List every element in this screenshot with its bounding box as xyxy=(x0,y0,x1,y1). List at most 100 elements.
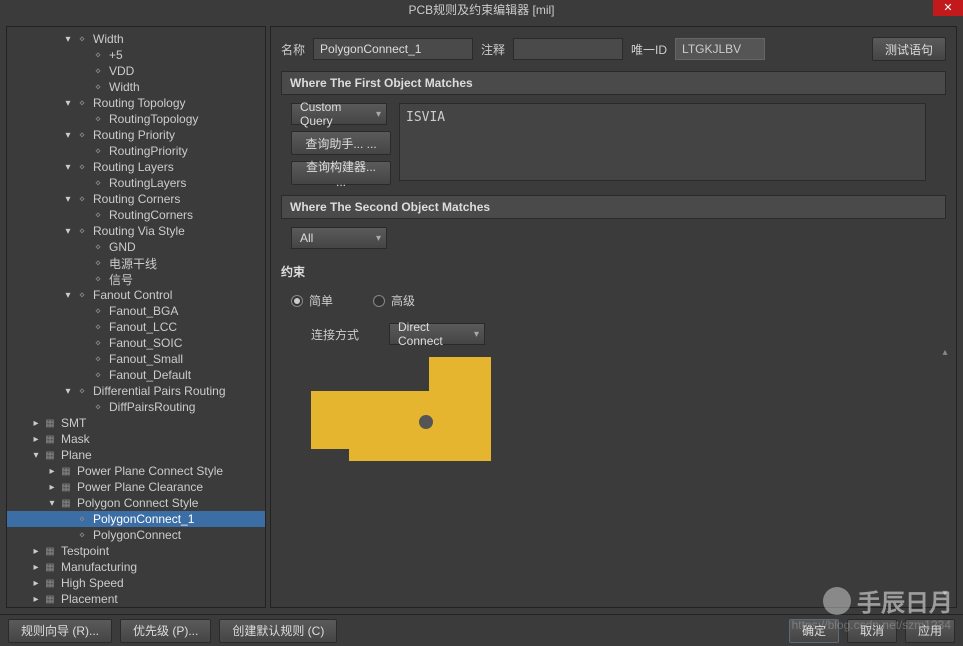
tree-item[interactable]: ⋄PolygonConnect xyxy=(7,527,265,543)
window-title: PCB规则及约束编辑器 [mil] xyxy=(408,3,554,17)
tree-arrow-icon[interactable] xyxy=(47,498,57,508)
first-scope-dropdown[interactable]: Custom Query xyxy=(291,103,387,125)
tree-arrow-icon[interactable] xyxy=(63,130,73,140)
tree-item[interactable]: ⋄Routing Topology xyxy=(7,95,265,111)
tree-item-label: RoutingTopology xyxy=(109,112,198,126)
tree-arrow-icon[interactable] xyxy=(63,98,73,108)
apply-button[interactable]: 应用 xyxy=(905,619,955,643)
tree-item-label: Routing Via Style xyxy=(93,224,185,238)
tree-item-label: RoutingPriority xyxy=(109,144,188,158)
tree-item-label: Routing Corners xyxy=(93,192,180,206)
radio-dot-icon xyxy=(373,295,385,307)
tree-item[interactable]: ▦Placement xyxy=(7,591,265,607)
tree-item[interactable]: ⋄信号 xyxy=(7,271,265,287)
rule-icon: ⋄ xyxy=(91,113,105,125)
rule-icon: ⋄ xyxy=(91,145,105,157)
tree-arrow-icon[interactable] xyxy=(47,466,57,476)
radio-simple[interactable]: 简单 xyxy=(291,292,333,309)
tree-spacer xyxy=(79,210,89,220)
tree-arrow-icon[interactable] xyxy=(63,34,73,44)
close-button[interactable]: ✕ xyxy=(933,0,963,16)
tree-item[interactable]: ⋄GND xyxy=(7,239,265,255)
uid-label: 唯一ID xyxy=(631,41,667,58)
tree-arrow-icon[interactable] xyxy=(63,386,73,396)
tree-item[interactable]: ⋄DiffPairsRouting xyxy=(7,399,265,415)
tree-arrow-icon[interactable] xyxy=(63,290,73,300)
rule-icon: ⋄ xyxy=(75,33,89,45)
category-icon: ▦ xyxy=(43,593,57,605)
cancel-button[interactable]: 取消 xyxy=(847,619,897,643)
tree-item[interactable]: ⋄Fanout Control xyxy=(7,287,265,303)
tree-item-label: PolygonConnect xyxy=(93,528,181,542)
tree-item[interactable]: ⋄Width xyxy=(7,79,265,95)
tree-item[interactable]: ⋄Routing Via Style xyxy=(7,223,265,239)
rule-icon: ⋄ xyxy=(91,65,105,77)
rules-tree[interactable]: ⋄Width⋄+5⋄VDD⋄Width⋄Routing Topology⋄Rou… xyxy=(6,26,266,608)
tree-item[interactable]: ⋄+5 xyxy=(7,47,265,63)
rule-icon: ⋄ xyxy=(91,401,105,413)
comment-input[interactable] xyxy=(513,38,623,60)
tree-item[interactable]: ⋄RoutingCorners xyxy=(7,207,265,223)
tree-item[interactable]: ⋄Routing Priority xyxy=(7,127,265,143)
tree-item[interactable]: ⋄RoutingLayers xyxy=(7,175,265,191)
tree-item[interactable]: ⋄Differential Pairs Routing xyxy=(7,383,265,399)
tree-item[interactable]: ▦SMT xyxy=(7,415,265,431)
tree-arrow-icon[interactable] xyxy=(31,594,41,604)
tree-arrow-icon[interactable] xyxy=(31,434,41,444)
query-helper-button[interactable]: 查询助手... ... xyxy=(291,131,391,155)
radio-advanced[interactable]: 高级 xyxy=(373,292,415,309)
tree-item[interactable]: ⋄ RoutingPriority xyxy=(7,143,265,159)
tree-item[interactable]: ▦Plane xyxy=(7,447,265,463)
ok-button[interactable]: 确定 xyxy=(789,619,839,643)
create-defaults-button[interactable]: 创建默认规则 (C) xyxy=(219,619,337,643)
tree-arrow-icon[interactable] xyxy=(31,450,41,460)
tree-item-label: Polygon Connect Style xyxy=(77,496,198,510)
scrollbar[interactable]: ▴ ▾ xyxy=(942,347,948,593)
query-builder-button[interactable]: 查询构建器... ... xyxy=(291,161,391,185)
tree-item[interactable]: ⋄Fanout_BGA xyxy=(7,303,265,319)
tree-arrow-icon[interactable] xyxy=(63,162,73,172)
tree-arrow-icon[interactable] xyxy=(31,418,41,428)
connect-style-dropdown[interactable]: Direct Connect xyxy=(389,323,485,345)
tree-item[interactable]: ▦Polygon Connect Style xyxy=(7,495,265,511)
tree-item[interactable]: ⋄Routing Layers xyxy=(7,159,265,175)
test-query-button[interactable]: 测试语句 xyxy=(872,37,946,61)
tree-item[interactable]: ⋄ RoutingTopology xyxy=(7,111,265,127)
tree-item-label: PolygonConnect_1 xyxy=(93,512,194,526)
tree-arrow-icon[interactable] xyxy=(63,194,73,204)
category-icon: ▦ xyxy=(43,449,57,461)
tree-item[interactable]: ▦High Speed xyxy=(7,575,265,591)
tree-item-label: RoutingCorners xyxy=(109,208,193,222)
tree-item-label: Mask xyxy=(61,432,90,446)
tree-arrow-icon[interactable] xyxy=(47,482,57,492)
tree-item[interactable]: ▦Power Plane Connect Style xyxy=(7,463,265,479)
tree-arrow-icon[interactable] xyxy=(63,226,73,236)
name-input[interactable] xyxy=(313,38,473,60)
rule-wizard-button[interactable]: 规则向导 (R)... xyxy=(8,619,112,643)
tree-item[interactable]: ⋄PolygonConnect_1 xyxy=(7,511,265,527)
tree-item[interactable]: ⋄VDD xyxy=(7,63,265,79)
tree-item[interactable]: ⋄Fanout_Default xyxy=(7,367,265,383)
second-scope-dropdown[interactable]: All xyxy=(291,227,387,249)
tree-item[interactable]: ⋄Fanout_Small xyxy=(7,351,265,367)
tree-item-label: 电源干线 xyxy=(109,255,157,272)
name-label: 名称 xyxy=(281,41,305,58)
tree-spacer xyxy=(63,530,73,540)
query-textarea[interactable]: ISVIA xyxy=(399,103,926,181)
tree-spacer xyxy=(79,370,89,380)
tree-arrow-icon[interactable] xyxy=(31,546,41,556)
priority-button[interactable]: 优先级 (P)... xyxy=(120,619,211,643)
tree-item[interactable]: ⋄Width xyxy=(7,31,265,47)
tree-item[interactable]: ▦Mask xyxy=(7,431,265,447)
tree-item[interactable]: ▦Testpoint xyxy=(7,543,265,559)
tree-item[interactable]: ▦Power Plane Clearance xyxy=(7,479,265,495)
tree-arrow-icon[interactable] xyxy=(31,562,41,572)
tree-item[interactable]: ⋄电源干线 xyxy=(7,255,265,271)
tree-item[interactable]: ⋄Fanout_SOIC xyxy=(7,335,265,351)
tree-item[interactable]: ▦Manufacturing xyxy=(7,559,265,575)
tree-item[interactable]: ⋄Routing Corners xyxy=(7,191,265,207)
tree-item[interactable]: ⋄Fanout_LCC xyxy=(7,319,265,335)
tree-arrow-icon[interactable] xyxy=(31,578,41,588)
tree-item-label: High Speed xyxy=(61,576,124,590)
tree-spacer xyxy=(79,338,89,348)
